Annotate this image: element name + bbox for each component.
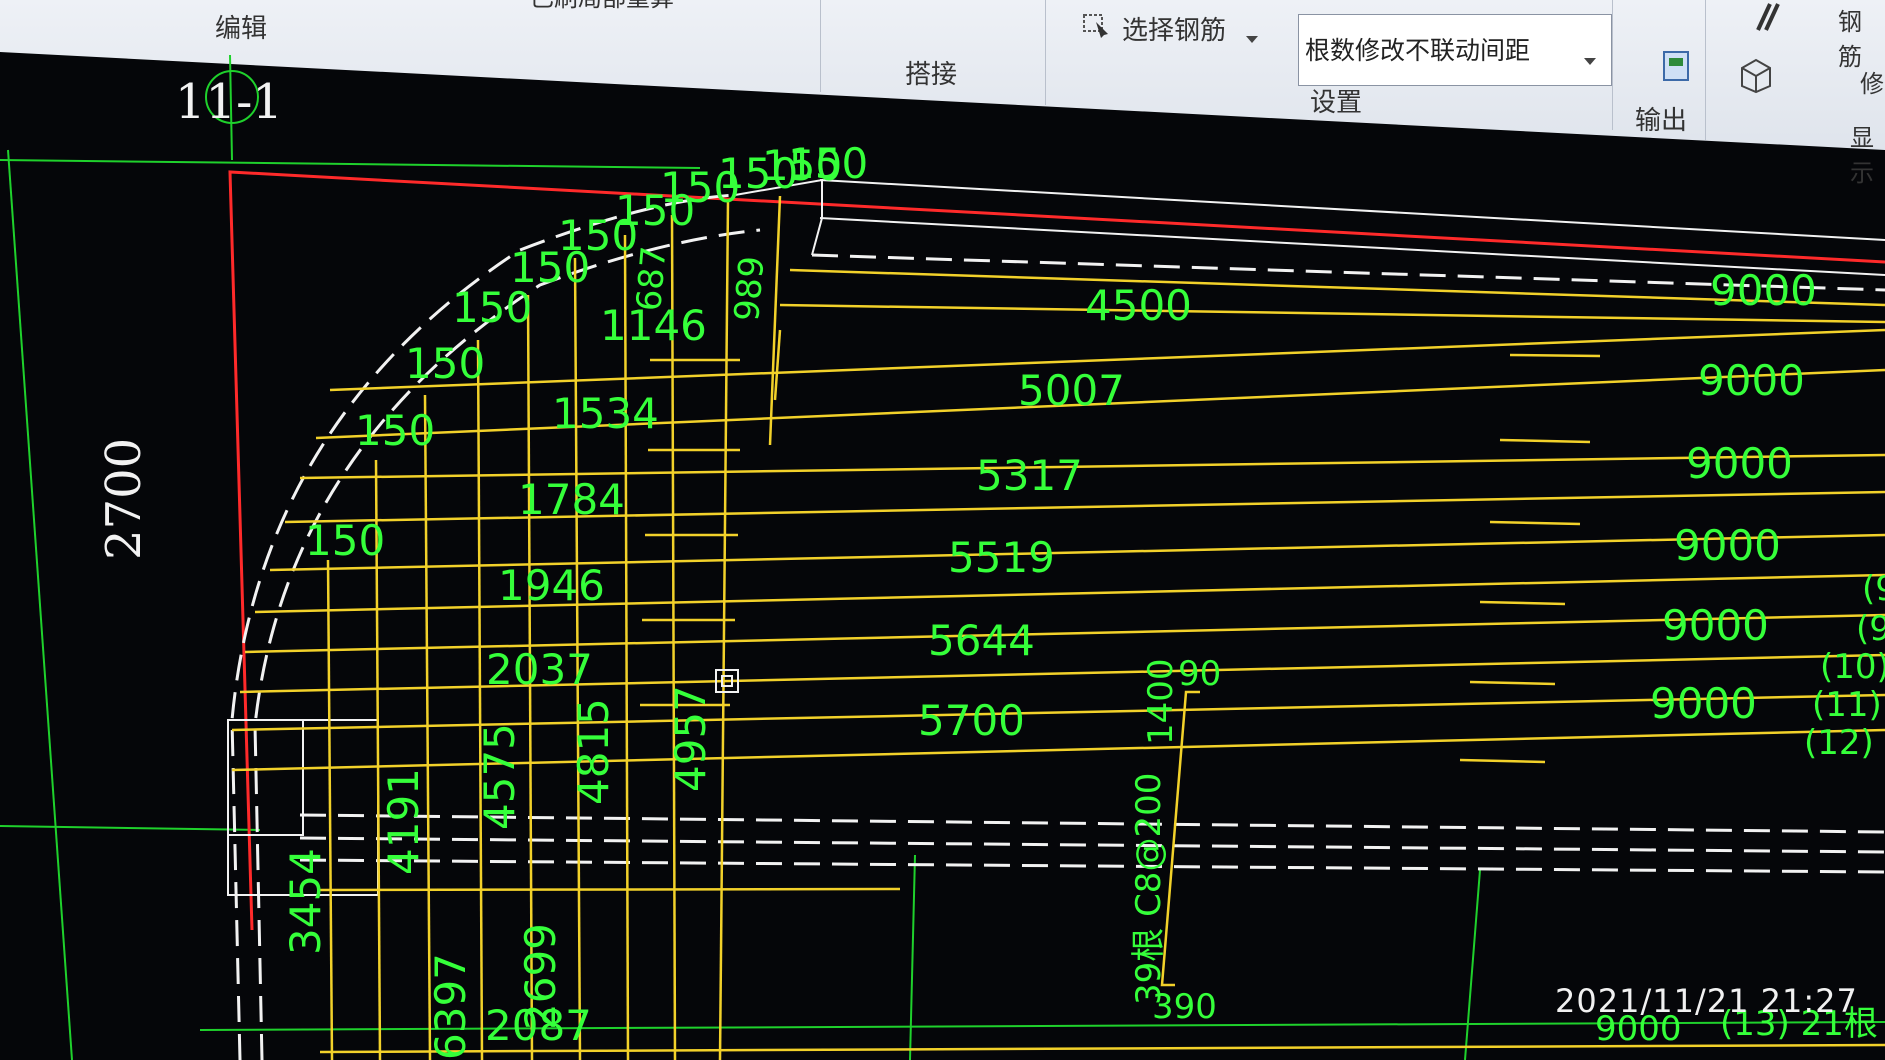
hook-bottom-label: 390 xyxy=(1152,987,1217,1027)
vertical-bottom-1: 3454 xyxy=(281,848,330,955)
white-column-inner xyxy=(227,719,304,836)
white-top-line xyxy=(819,179,1885,241)
vertical-length-4: 1946 xyxy=(498,561,605,610)
axis-line-mid xyxy=(0,825,261,831)
rebar-spec-label: 39根 C8@200 xyxy=(1129,773,1169,1005)
vertical-length-5: 2037 xyxy=(486,645,593,694)
horizontal-length-4: 5519 xyxy=(948,533,1055,582)
right-mark-5: (12) xyxy=(1804,723,1874,763)
arc-spacing-1: 150 xyxy=(305,516,385,565)
vertical-bottom-2: 4191 xyxy=(379,768,428,875)
dashed-bottom-1 xyxy=(299,813,1885,834)
bottom-label-3: 2087 xyxy=(485,1001,592,1050)
arc-spacing-2: 150 xyxy=(355,406,435,455)
horizontal-length-5: 5644 xyxy=(928,616,1035,665)
vertical-bottom-3: 4575 xyxy=(475,723,524,830)
vertical-bottom-5: 4957 xyxy=(666,685,715,792)
hook-label: 90 xyxy=(1178,654,1221,694)
vertical-length-3: 1784 xyxy=(518,475,625,524)
axis-line-left xyxy=(7,149,73,1060)
small-dim-989: 989 xyxy=(727,255,773,323)
right-mark-4: (11) xyxy=(1812,685,1882,725)
right-length-1: 9000 xyxy=(1710,266,1817,315)
axis-line-bottom-2 xyxy=(1464,869,1481,1060)
bottom-label-1: 6397 xyxy=(426,953,475,1060)
horizontal-length-2: 5007 xyxy=(1018,366,1125,415)
right-length-6: 9000 xyxy=(1650,679,1757,728)
horizontal-length-1: 4500 xyxy=(1085,281,1192,330)
right-mark-3: (10) xyxy=(1820,647,1885,687)
dashed-bottom-3 xyxy=(299,858,1885,874)
stirrup-length-label: 1400 xyxy=(1141,658,1181,745)
axis-line-top xyxy=(0,159,701,169)
right-length-2: 9000 xyxy=(1698,356,1805,405)
vertical-bottom-4: 4815 xyxy=(569,698,618,805)
right-mark-2: (9 xyxy=(1856,609,1885,649)
right-length-3: 9000 xyxy=(1686,439,1793,488)
vertical-length-1: 1146 xyxy=(600,301,707,350)
arc-spacing-3: 150 xyxy=(405,339,485,388)
height-dimension: 2700 xyxy=(96,438,152,560)
right-mark-1: (9 xyxy=(1862,569,1885,609)
right-length-4: 9000 xyxy=(1674,521,1781,570)
horizontal-length-3: 5317 xyxy=(976,451,1083,500)
section-title: 11-1 xyxy=(175,74,283,130)
horizontal-length-6: 5700 xyxy=(918,696,1025,745)
cad-drawing-canvas[interactable]: 11-1 2700 150 150 150 150 150 150 150 15… xyxy=(0,0,1885,1060)
right-length-5: 9000 xyxy=(1662,601,1769,650)
cad-screen: 编辑 已刷局部重算 搭接 选择钢筋 根数修改不联动间距 设置 输出 钢筋 修 显… xyxy=(0,0,1885,1060)
dashed-bottom-2 xyxy=(299,836,1885,854)
photo-timestamp: 2021/11/21 21:27 xyxy=(1555,982,1858,1020)
arc-spacing-11: 150 xyxy=(788,139,868,188)
vertical-length-2: 1534 xyxy=(552,389,659,438)
axis-line-bottom-1 xyxy=(909,854,916,1060)
